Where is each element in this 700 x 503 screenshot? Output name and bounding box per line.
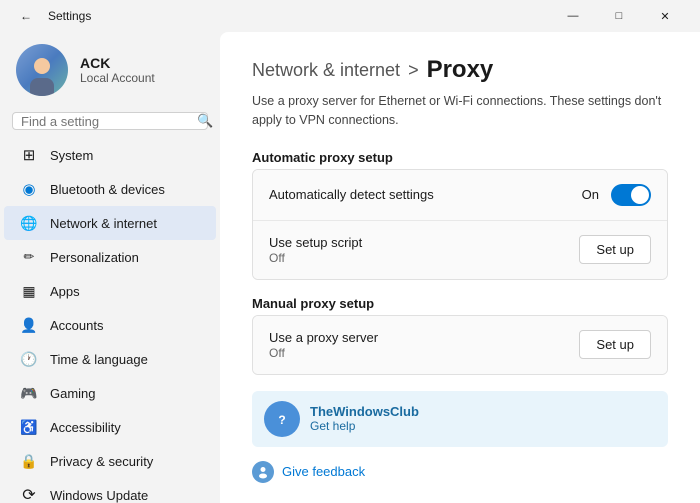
sidebar-item-privacy[interactable]: 🔒 Privacy & security: [4, 444, 216, 478]
apps-icon: ▦: [20, 282, 38, 300]
sidebar-item-gaming[interactable]: 🎮 Gaming: [4, 376, 216, 410]
auto-detect-info: Automatically detect settings: [269, 187, 582, 202]
avatar-figure: [26, 56, 58, 96]
use-proxy-sub: Off: [269, 346, 579, 360]
help-title: TheWindowsClub: [310, 404, 419, 419]
content-area: Network & internet > Proxy Use a proxy s…: [220, 32, 700, 503]
use-proxy-action: Set up: [579, 330, 651, 359]
setup-script-label: Use setup script: [269, 235, 579, 250]
automatic-section-title: Automatic proxy setup: [252, 150, 668, 165]
sidebar-item-label: Network & internet: [50, 216, 200, 231]
back-button[interactable]: ←: [12, 2, 40, 30]
user-section: ACK Local Account: [0, 32, 220, 112]
page-title: Proxy: [427, 56, 494, 84]
toggle-knob: [631, 186, 649, 204]
manual-section-title: Manual proxy setup: [252, 296, 668, 311]
search-icon: 🔍: [197, 113, 213, 129]
auto-detect-action: On: [582, 184, 651, 206]
titlebar-left: ← Settings: [12, 2, 91, 30]
network-icon: 🌐: [20, 214, 38, 232]
accessibility-icon: ♿: [20, 418, 38, 436]
feedback-icon: [252, 461, 274, 483]
avatar-body: [30, 78, 54, 96]
user-name: ACK: [80, 55, 204, 71]
sidebar-item-system[interactable]: ⊞ System: [4, 138, 216, 172]
sidebar-item-network[interactable]: 🌐 Network & internet: [4, 206, 216, 240]
use-proxy-button[interactable]: Set up: [579, 330, 651, 359]
maximize-button[interactable]: □: [596, 0, 642, 32]
setup-script-sub: Off: [269, 251, 579, 265]
time-icon: 🕐: [20, 350, 38, 368]
sidebar-item-label: Accessibility: [50, 420, 200, 435]
feedback-link[interactable]: Give feedback: [282, 464, 365, 479]
windows-club-icon: ?: [272, 409, 292, 429]
personalization-icon: ✏: [20, 248, 38, 266]
user-info: ACK Local Account: [80, 55, 204, 85]
use-proxy-info: Use a proxy server Off: [269, 330, 579, 360]
gaming-icon: 🎮: [20, 384, 38, 402]
sidebar-item-label: Gaming: [50, 386, 200, 401]
sidebar-item-accessibility[interactable]: ♿ Accessibility: [4, 410, 216, 444]
help-sub: Get help: [310, 419, 419, 433]
privacy-icon: 🔒: [20, 452, 38, 470]
sidebar-item-label: Time & language: [50, 352, 200, 367]
avatar: [16, 44, 68, 96]
page-description: Use a proxy server for Ethernet or Wi-Fi…: [252, 92, 668, 130]
auto-detect-row: Automatically detect settings On: [253, 170, 667, 221]
svg-text:?: ?: [278, 413, 285, 427]
titlebar-controls: — □ ✕: [550, 0, 688, 32]
sidebar-item-time[interactable]: 🕐 Time & language: [4, 342, 216, 376]
app-body: ACK Local Account 🔍 ⊞ System ◉ Bluetooth…: [0, 32, 700, 503]
sidebar-item-label: Privacy & security: [50, 454, 200, 469]
user-type: Local Account: [80, 71, 204, 85]
breadcrumb-parent: Network & internet: [252, 60, 400, 81]
sidebar-item-label: Apps: [50, 284, 200, 299]
sidebar-item-accounts[interactable]: 👤 Accounts: [4, 308, 216, 342]
toggle-on-label: On: [582, 187, 599, 202]
sidebar-item-label: Accounts: [50, 318, 200, 333]
titlebar: ← Settings — □ ✕: [0, 0, 700, 32]
sidebar-nav: ⊞ System ◉ Bluetooth & devices 🌐 Network…: [0, 138, 220, 503]
auto-detect-label: Automatically detect settings: [269, 187, 582, 202]
sidebar-item-update[interactable]: ⟳ Windows Update: [4, 478, 216, 503]
close-button[interactable]: ✕: [642, 0, 688, 32]
manual-proxy-card: Use a proxy server Off Set up: [252, 315, 668, 375]
sidebar-item-personalization[interactable]: ✏ Personalization: [4, 240, 216, 274]
setup-script-button[interactable]: Set up: [579, 235, 651, 264]
feedback-person-icon: [256, 465, 270, 479]
help-icon: ?: [264, 401, 300, 437]
avatar-head: [34, 58, 50, 74]
breadcrumb: Network & internet > Proxy: [252, 56, 668, 84]
sidebar: ACK Local Account 🔍 ⊞ System ◉ Bluetooth…: [0, 32, 220, 503]
titlebar-title: Settings: [48, 9, 91, 23]
help-text-block: TheWindowsClub Get help: [310, 404, 419, 433]
minimize-button[interactable]: —: [550, 0, 596, 32]
setup-script-row: Use setup script Off Set up: [253, 221, 667, 279]
feedback-row: Give feedback: [252, 457, 668, 487]
sidebar-item-label: Windows Update: [50, 488, 200, 503]
bluetooth-icon: ◉: [20, 180, 38, 198]
sidebar-item-apps[interactable]: ▦ Apps: [4, 274, 216, 308]
system-icon: ⊞: [20, 146, 38, 164]
accounts-icon: 👤: [20, 316, 38, 334]
help-section[interactable]: ? TheWindowsClub Get help: [252, 391, 668, 447]
sidebar-item-label: Personalization: [50, 250, 200, 265]
setup-script-action: Set up: [579, 235, 651, 264]
breadcrumb-separator: >: [408, 60, 419, 81]
search-input[interactable]: [21, 114, 197, 129]
setup-script-info: Use setup script Off: [269, 235, 579, 265]
use-proxy-label: Use a proxy server: [269, 330, 579, 345]
use-proxy-row: Use a proxy server Off Set up: [253, 316, 667, 374]
sidebar-item-label: System: [50, 148, 200, 163]
manual-section: Manual proxy setup Use a proxy server Of…: [252, 296, 668, 375]
search-box[interactable]: 🔍: [12, 112, 208, 130]
auto-detect-toggle[interactable]: [611, 184, 651, 206]
automatic-proxy-card: Automatically detect settings On Use set…: [252, 169, 668, 280]
update-icon: ⟳: [20, 486, 38, 503]
sidebar-item-label: Bluetooth & devices: [50, 182, 200, 197]
sidebar-item-bluetooth[interactable]: ◉ Bluetooth & devices: [4, 172, 216, 206]
